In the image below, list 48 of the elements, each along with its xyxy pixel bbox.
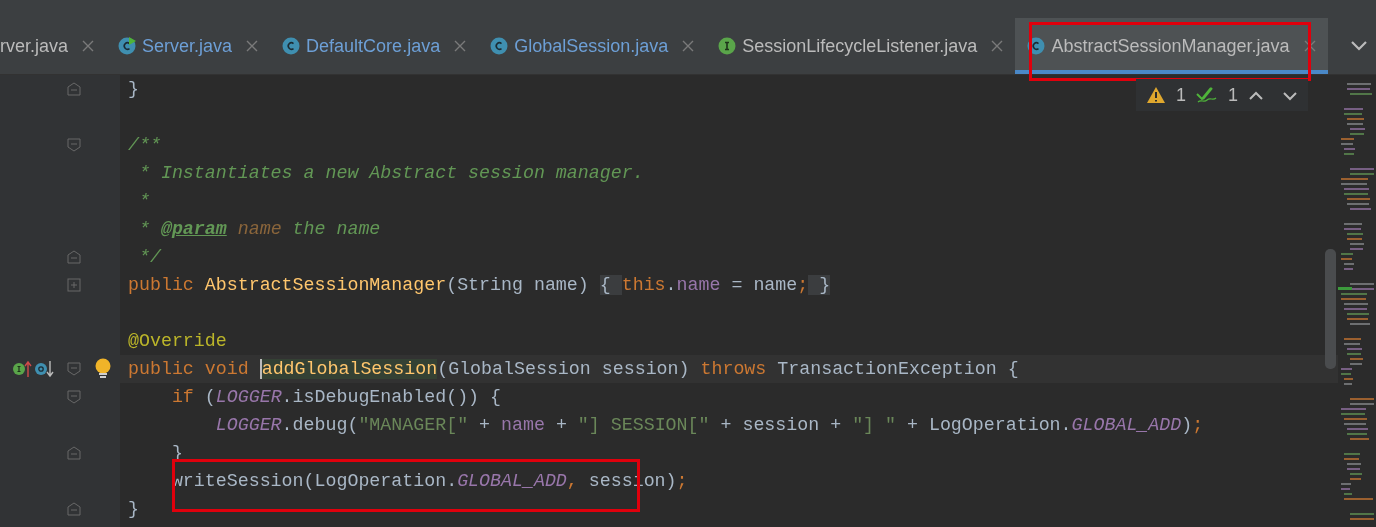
bulb-icon: [94, 358, 112, 380]
code-line: *: [137, 190, 150, 213]
code-line: /**: [127, 134, 161, 157]
close-icon: [246, 40, 259, 52]
warning-count: 1: [1175, 83, 1186, 107]
overridden-icon: [34, 360, 54, 378]
fold-icon: [67, 362, 81, 376]
implements-icon: [12, 360, 32, 378]
code-line: }: [127, 498, 139, 521]
chevron-down-icon: [1282, 90, 1298, 101]
fold-icon: [67, 82, 81, 96]
close-icon: [991, 40, 1004, 52]
class-icon: [282, 37, 301, 55]
chevron-down-icon: [1350, 40, 1368, 52]
expand-icon: [67, 278, 81, 292]
class-icon: [1027, 37, 1046, 55]
close-icon: [682, 40, 695, 52]
class-icon: [118, 37, 137, 55]
fold-icon: [67, 138, 81, 152]
code-line: public AbstractSessionManager(String name) { this.name = name; }: [127, 274, 831, 297]
close-icon: [454, 40, 467, 52]
fold-icon: [67, 250, 81, 264]
code-line: if (LOGGER.isDebugEnabled()) {: [170, 386, 502, 409]
double-check-icon: [1196, 86, 1218, 104]
scrollbar-thumb[interactable]: [1325, 249, 1336, 369]
code-line: }: [127, 78, 139, 101]
close-icon: [1303, 40, 1316, 52]
fold-icon: [67, 390, 81, 404]
chevron-up-icon: [1248, 90, 1264, 101]
file-tab[interactable]: AbstractSessionManager.java: [1015, 18, 1328, 74]
code-line: LOGGER.debug("MANAGER[" + name + "] SESSION[" + session + "] " + LogOperation.GLOBAL_ADD);: [214, 414, 1204, 437]
file-tab[interactable]: SessionLifecycleListener.java: [706, 18, 1016, 74]
code-line: */: [137, 246, 161, 269]
file-tab[interactable]: DefaultCore.java: [270, 18, 479, 74]
file-tab[interactable]: rver.java: [0, 18, 107, 74]
file-tab[interactable]: Server.java: [106, 18, 271, 74]
interface-icon: [718, 37, 737, 55]
code-line: * Instantiates a new Abstract session manager.: [137, 162, 644, 185]
class-icon: [490, 37, 509, 55]
file-tab[interactable]: GlobalSession.java: [478, 18, 707, 74]
fold-icon: [67, 502, 81, 516]
code-line: public void addGlobalSession(GlobalSession session) throws TransactionException {: [127, 358, 1019, 381]
close-icon: [82, 40, 95, 52]
code-line: @Override: [127, 330, 227, 353]
fold-icon: [67, 446, 81, 460]
weak-warning-count: 1: [1228, 83, 1238, 107]
warning-icon: [1145, 86, 1166, 104]
code-line: * @param name the name: [137, 218, 381, 241]
